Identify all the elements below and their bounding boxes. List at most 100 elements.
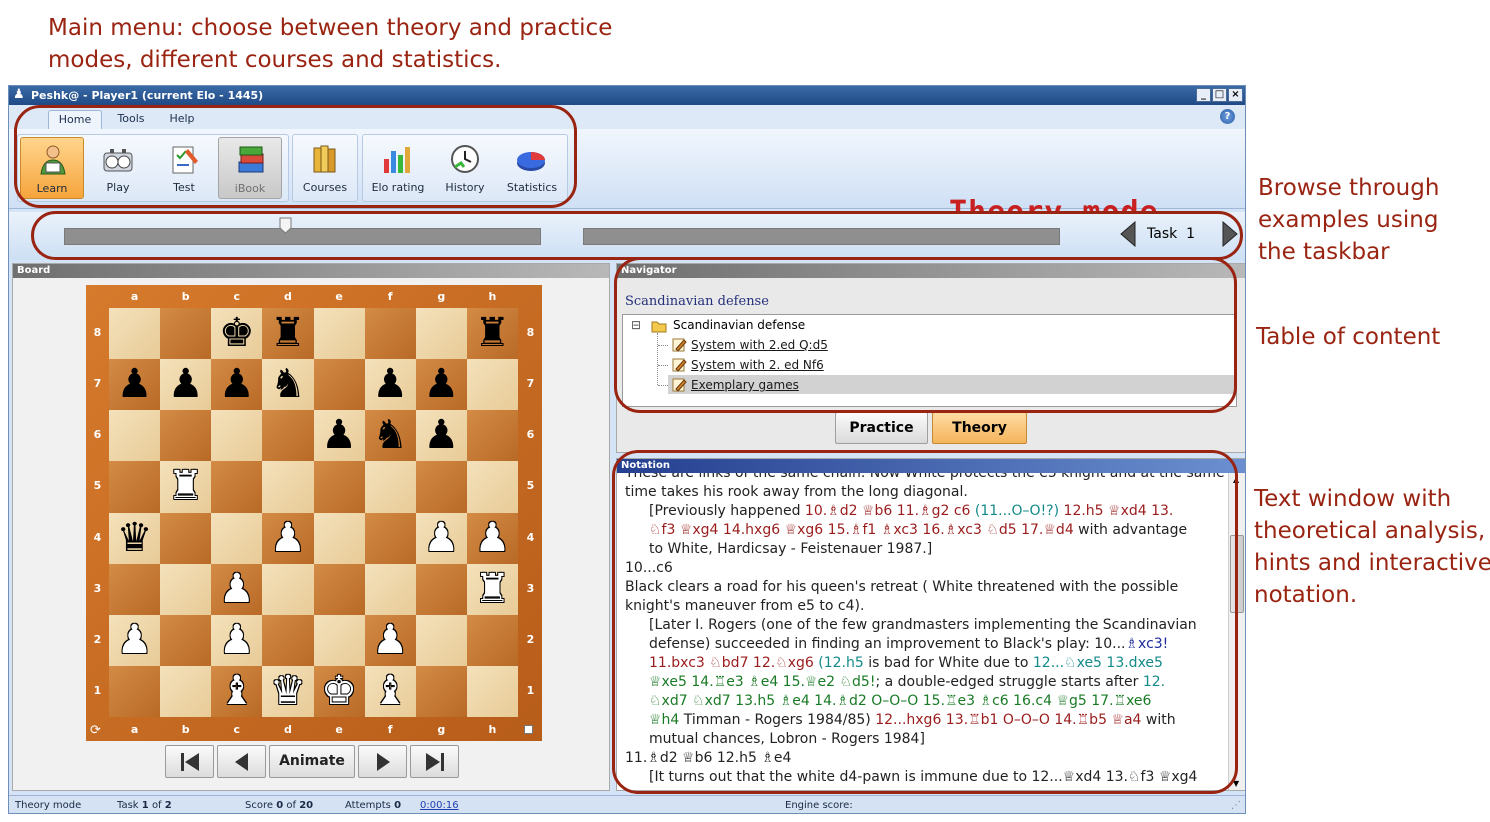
square-e5[interactable] [313,461,365,513]
square-d3[interactable] [262,563,314,615]
square-d2[interactable] [262,614,314,666]
elo-rating-button[interactable]: Elo rating [365,137,431,199]
notation-move[interactable]: ♘f3 ♕xg4 14.hxg6 ♕xg6 15.♗f1 ♗xc3 16.♗xc… [649,522,1074,538]
task-progress-track-right[interactable] [583,228,1060,245]
black-queen-a4[interactable]: ♛ [109,513,160,564]
notation-move[interactable]: ♕h4 [649,712,679,728]
help-icon[interactable]: ? [1220,109,1235,124]
square-c5[interactable] [211,461,263,513]
white-king-e1[interactable]: ♚ [314,666,365,717]
scroll-up-arrow-icon[interactable]: ▲ [1233,475,1239,484]
square-b6[interactable] [160,410,212,462]
square-f5[interactable] [364,461,416,513]
white-pawn-f2[interactable]: ♟ [365,615,416,666]
flip-board-icon[interactable]: ⟳ [90,723,101,738]
tree-item-2[interactable]: Exemplary games [691,378,799,392]
notation-move[interactable]: 12...♘xe5 13.dxe5 [1033,655,1163,671]
square-f8[interactable] [364,308,416,360]
learn-button[interactable]: Learn [20,137,84,199]
white-bishop-f1[interactable]: ♝ [365,666,416,717]
square-f4[interactable] [364,512,416,564]
tree-item-0[interactable]: System with 2.ed Q:d5 [691,338,828,352]
square-g1[interactable] [415,665,467,717]
resize-grip-icon[interactable]: ⋰ [1231,797,1241,813]
title-bar[interactable]: ♟ Peshk@ - Player1 (current Elo - 1445) … [9,86,1245,105]
task-slider-handle[interactable] [279,217,292,234]
square-c6[interactable] [211,410,263,462]
task-prev-arrow-icon[interactable] [1119,221,1137,247]
black-pawn-b7[interactable]: ♟ [160,359,211,410]
black-pawn-f7[interactable]: ♟ [365,359,416,410]
white-pawn-g4[interactable]: ♟ [416,513,467,564]
practice-button[interactable]: Practice [835,412,928,444]
square-g2[interactable] [415,614,467,666]
square-d6[interactable] [262,410,314,462]
next-move-button[interactable] [358,745,407,778]
square-a3[interactable] [109,563,161,615]
tab-help[interactable]: Help [159,110,205,129]
white-pawn-c2[interactable]: ♟ [211,615,262,666]
notation-move[interactable]: ♘xd7 ♘xd7 13.h5 ♗e4 14.♗d2 O–O–O 15.♖e3 … [649,693,1151,709]
notation-move[interactable]: 12. [1143,674,1165,690]
close-button[interactable]: × [1228,88,1243,102]
notation-text[interactable]: These are links of the same chain. Now W… [617,473,1227,790]
tab-home[interactable]: Home [48,110,102,129]
square-b2[interactable] [160,614,212,666]
square-f3[interactable] [364,563,416,615]
black-knight-f6[interactable]: ♞ [365,410,416,461]
task-progress-track-left[interactable] [64,228,541,245]
maximize-button[interactable]: □ [1212,88,1227,102]
square-b3[interactable] [160,563,212,615]
black-rook-h8[interactable]: ♜ [467,308,518,359]
notation-move[interactable]: 12...hxg6 13.♖b1 O–O–O 14.♖b5 ♕a4 [875,712,1141,728]
black-pawn-e6[interactable]: ♟ [314,410,365,461]
square-b4[interactable] [160,512,212,564]
notation-move[interactable]: 10.♗d2 ♕b6 11.♗g2 c6 [805,503,971,519]
square-h7[interactable] [466,359,518,411]
black-pawn-a7[interactable]: ♟ [109,359,160,410]
black-pawn-g6[interactable]: ♟ [416,410,467,461]
tab-tools[interactable]: Tools [107,110,155,129]
notation-scrollbar[interactable]: ▲ ▼ [1228,473,1245,790]
square-a1[interactable] [109,665,161,717]
theory-button[interactable]: Theory [932,412,1027,444]
last-move-button[interactable] [410,745,459,778]
notation-move[interactable]: 11.bxc3 ♘bd7 12.♘xg6 [649,655,814,671]
white-pawn-h4[interactable]: ♟ [467,513,518,564]
animate-button[interactable]: Animate [269,745,355,778]
courses-button[interactable]: Courses [293,137,357,199]
square-e7[interactable] [313,359,365,411]
notation-move[interactable]: ♕xe5 14.♖e3 ♗e4 15.♕e2 ♘d5! [649,674,875,690]
black-rook-d8[interactable]: ♜ [262,308,313,359]
tree-root-item[interactable]: Scandinavian defense [673,318,805,332]
status-timer[interactable]: 0:00:16 [420,797,459,813]
square-b1[interactable] [160,665,212,717]
white-pawn-c3[interactable]: ♟ [211,564,262,615]
scroll-thumb[interactable] [1230,535,1244,613]
square-e8[interactable] [313,308,365,360]
square-a5[interactable] [109,461,161,513]
square-h6[interactable] [466,410,518,462]
square-e4[interactable] [313,512,365,564]
white-pawn-d4[interactable]: ♟ [262,513,313,564]
square-d5[interactable] [262,461,314,513]
task-next-arrow-icon[interactable] [1221,221,1239,247]
square-h5[interactable] [466,461,518,513]
tree-expander-icon[interactable]: ⊟ [631,318,641,332]
square-h2[interactable] [466,614,518,666]
notation-move[interactable]: ♗xc3! [1125,636,1168,652]
play-button[interactable]: Play [86,137,150,199]
minimize-button[interactable]: _ [1196,88,1211,102]
chess-board[interactable]: ♚ ♜ ♜ ♟ ♟ ♟ ♞ ♟ ♟ ♟ ♞ ♟ ♜ ♛ ♟ ♟ ♟ ♟ ♜ ♟ ♟ ♟ ♝ ♛ ♚ ♝ [109,308,518,717]
square-h1[interactable] [466,665,518,717]
square-e3[interactable] [313,563,365,615]
test-button[interactable]: Test [152,137,216,199]
square-g3[interactable] [415,563,467,615]
square-a8[interactable] [109,308,161,360]
white-bishop-c1[interactable]: ♝ [211,666,262,717]
ibook-button[interactable]: iBook [218,137,282,199]
notation-move[interactable]: (11...O–O!?) [970,503,1063,519]
square-c4[interactable] [211,512,263,564]
prev-move-button[interactable] [217,745,266,778]
square-e2[interactable] [313,614,365,666]
